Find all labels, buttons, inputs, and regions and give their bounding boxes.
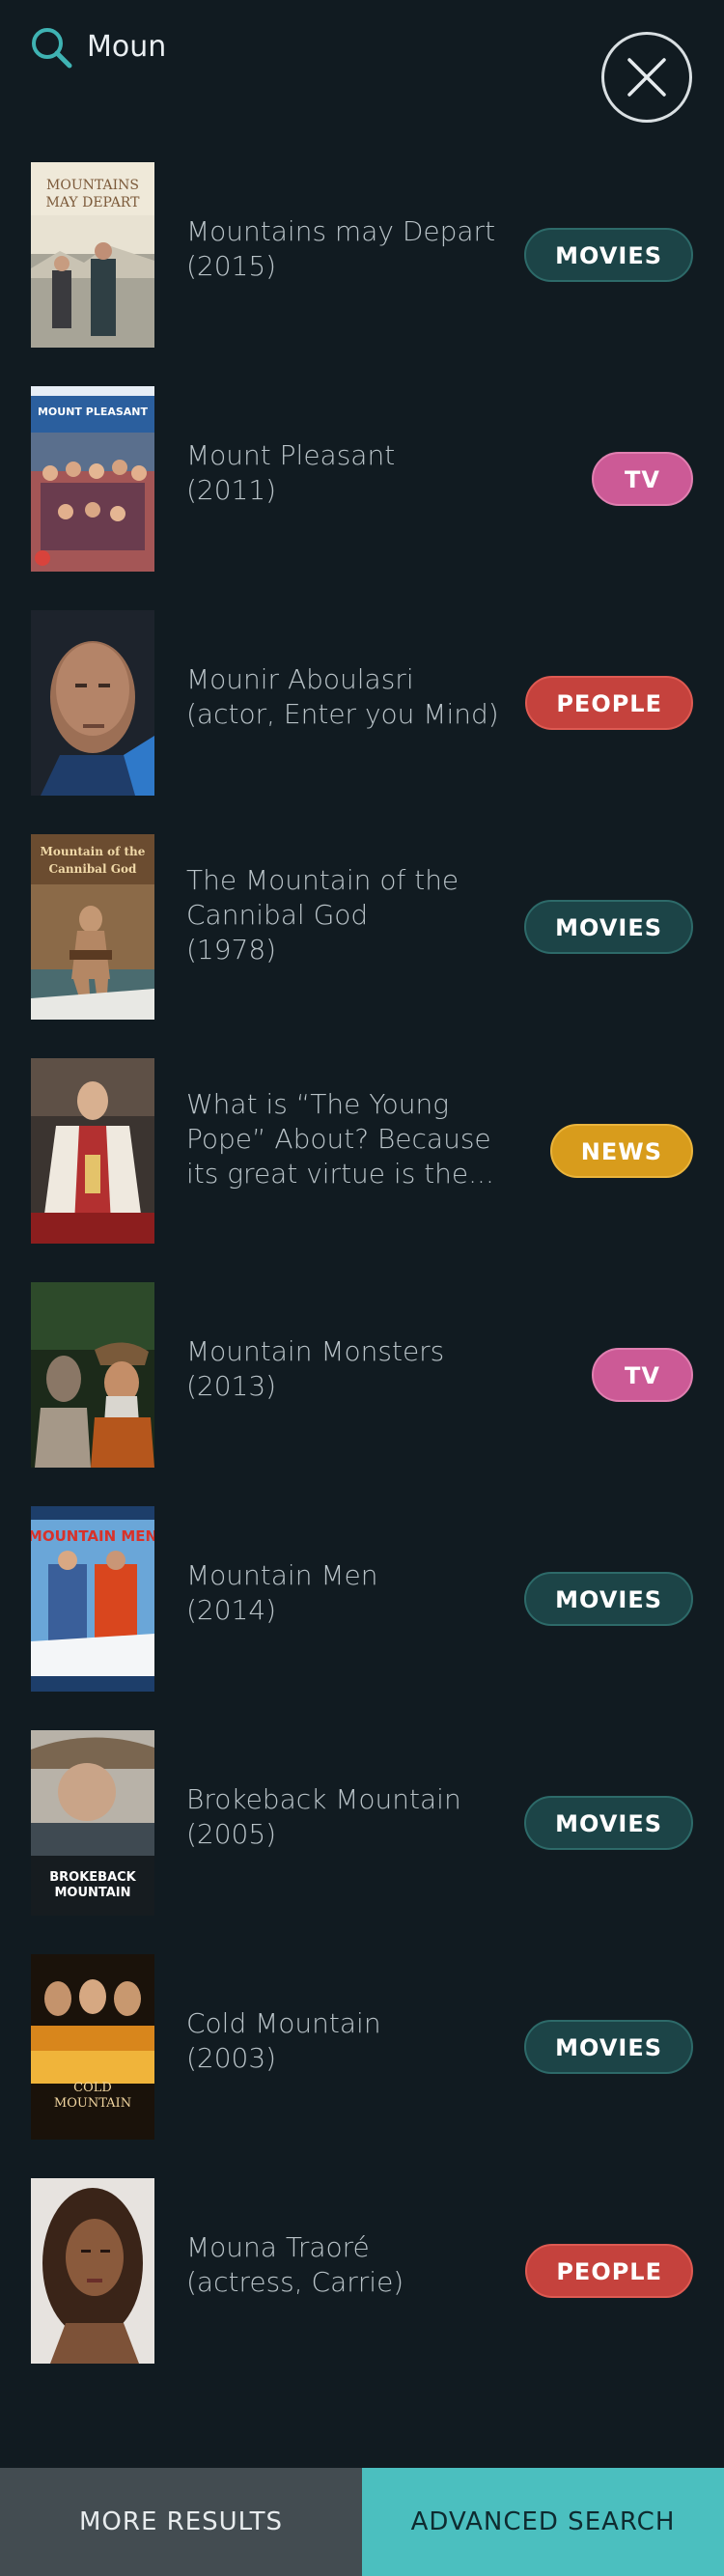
results-list: MOUNTAINS MAY DEPART Mountains may Depar… [0, 160, 724, 2400]
result-title: Mouna Traoré (actress, Carrie) [186, 2231, 404, 2298]
category-badge-movies[interactable]: MOVIES [524, 2020, 693, 2074]
result-title: Mountain Monsters (2013) [186, 1335, 445, 1402]
list-item[interactable]: Mountain Monsters (2013) TV [0, 1280, 724, 1504]
poster-image: MOUNTAINS MAY DEPART [31, 162, 154, 348]
result-title: Mountain Men (2014) [186, 1559, 378, 1626]
search-input[interactable] [87, 21, 570, 71]
close-button[interactable] [601, 32, 692, 123]
svg-text:MOUNTAIN: MOUNTAIN [54, 2096, 131, 2111]
result-title: What is “The Young Pope” About? Because … [186, 1088, 494, 1190]
category-badge-tv[interactable]: TV [592, 1348, 693, 1402]
category-badge-tv[interactable]: TV [592, 452, 693, 506]
svg-text:MAY DEPART: MAY DEPART [46, 195, 141, 210]
result-title: Cold Mountain (2003) [186, 2007, 381, 2074]
list-item[interactable]: MOUNTAINS MAY DEPART Mountains may Depar… [0, 160, 724, 384]
category-badge-people[interactable]: PEOPLE [525, 676, 693, 730]
search-icon [29, 25, 73, 70]
poster-image [31, 2178, 154, 2364]
result-title: Brokeback Mountain (2005) [186, 1783, 461, 1850]
svg-text:COLD: COLD [73, 2081, 112, 2095]
category-badge-movies[interactable]: MOVIES [524, 1572, 693, 1626]
poster-image [31, 1282, 154, 1468]
svg-text:MOUNTAIN: MOUNTAIN [54, 1886, 130, 1900]
svg-text:MOUNTAINS: MOUNTAINS [46, 178, 139, 193]
list-item[interactable]: MOUNT PLEASANT Mount Pleasant (2011) TV [0, 384, 724, 608]
poster-image [31, 1058, 154, 1244]
list-item[interactable]: COLD MOUNTAIN Cold Mountain (2003) MOVIE… [0, 1952, 724, 2176]
category-badge-movies[interactable]: MOVIES [524, 1796, 693, 1850]
category-badge-movies[interactable]: MOVIES [524, 228, 693, 282]
svg-text:BROKEBACK: BROKEBACK [49, 1870, 136, 1885]
category-badge-movies[interactable]: MOVIES [524, 900, 693, 954]
list-item[interactable]: Mouna Traoré (actress, Carrie) PEOPLE [0, 2176, 724, 2400]
svg-text:MOUNTAIN MEN: MOUNTAIN MEN [31, 1527, 154, 1545]
result-title: Mounir Aboulasri (actor, Enter you Mind) [186, 663, 499, 730]
advanced-search-button[interactable]: ADVANCED SEARCH [362, 2468, 724, 2576]
list-item[interactable]: MOUNTAIN MEN Mountain Men (2014) MOVIES [0, 1504, 724, 1728]
list-item[interactable]: BROKEBACK MOUNTAIN Brokeback Mountain (2… [0, 1728, 724, 1952]
result-title: Mount Pleasant (2011) [186, 439, 396, 506]
poster-image: BROKEBACK MOUNTAIN [31, 1730, 154, 1916]
poster-image: MOUNT PLEASANT [31, 386, 154, 572]
list-item[interactable]: Mountain of the Cannibal God The Mountai… [0, 832, 724, 1056]
category-badge-news[interactable]: NEWS [549, 1124, 693, 1178]
poster-image: Mountain of the Cannibal God [31, 834, 154, 1020]
result-title: The Mountain of the Cannibal God (1978) [186, 864, 459, 966]
list-item[interactable]: What is “The Young Pope” About? Because … [0, 1056, 724, 1280]
svg-text:Mountain of the: Mountain of the [41, 845, 146, 858]
svg-text:Cannibal God: Cannibal God [49, 862, 137, 876]
list-item[interactable]: Mounir Aboulasri (actor, Enter you Mind)… [0, 608, 724, 832]
bottom-action-bar: MORE RESULTS ADVANCED SEARCH [0, 2468, 724, 2576]
more-results-button[interactable]: MORE RESULTS [0, 2468, 362, 2576]
category-badge-people[interactable]: PEOPLE [525, 2244, 693, 2298]
poster-image [31, 610, 154, 796]
poster-image: COLD MOUNTAIN [31, 1954, 154, 2140]
result-title: Mountains may Depart (2015) [186, 215, 496, 282]
svg-text:MOUNT PLEASANT: MOUNT PLEASANT [38, 406, 149, 418]
search-bar [0, 0, 724, 126]
poster-image: MOUNTAIN MEN [31, 1506, 154, 1692]
